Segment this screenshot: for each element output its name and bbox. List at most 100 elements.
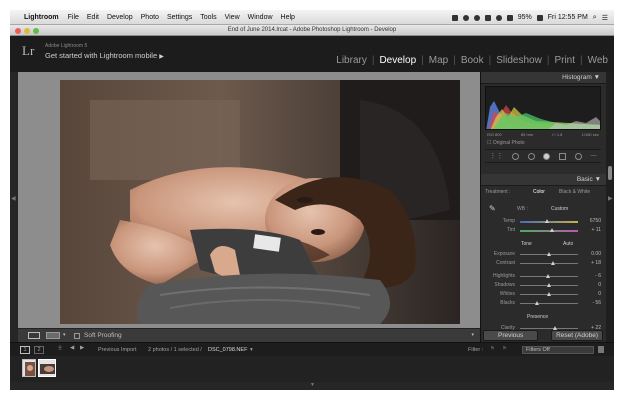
histogram[interactable] <box>485 86 601 130</box>
shadows-knob[interactable] <box>547 283 551 287</box>
filter-select[interactable]: Filters Off <box>522 345 594 354</box>
blacks-track[interactable] <box>520 303 578 304</box>
radial-filter-icon[interactable] <box>574 152 582 160</box>
minimize-window-icon[interactable] <box>24 27 30 34</box>
left-panel-toggle-icon[interactable]: ◀ <box>11 195 16 202</box>
menu-settings[interactable]: Settings <box>167 14 192 21</box>
exposure-knob[interactable] <box>547 252 551 256</box>
dropdown-arrow-icon[interactable]: ▾ <box>63 332 66 338</box>
module-develop[interactable]: Develop <box>379 55 416 66</box>
grid-view-icon[interactable]: ⠿ <box>58 346 62 352</box>
adjustment-brush-icon[interactable]: — <box>591 153 597 159</box>
shadows-slider[interactable]: Shadows 0 <box>485 282 601 290</box>
list-icon[interactable]: ☰ <box>602 14 608 22</box>
reset-button[interactable]: Reset (Adobe) <box>551 330 603 341</box>
close-window-icon[interactable] <box>15 27 21 34</box>
wb-select[interactable]: Custom <box>551 206 568 212</box>
highlights-slider[interactable]: Highlights - 6 <box>485 273 601 281</box>
soft-proofing-checkbox[interactable] <box>74 332 80 339</box>
filename[interactable]: DSC_0798.NEF <box>208 347 247 353</box>
battery-icon[interactable] <box>536 14 543 21</box>
red-eye-icon[interactable] <box>543 152 551 160</box>
crop-tool-icon[interactable] <box>512 152 520 160</box>
contrast-value[interactable]: + 18 <box>581 260 601 266</box>
forward-arrow-icon[interactable]: ▶ <box>80 345 84 351</box>
back-arrow-icon[interactable]: ◀ <box>70 345 74 351</box>
filmstrip-thumbnail[interactable] <box>22 359 36 377</box>
status-icon[interactable] <box>451 14 458 21</box>
original-photo-toggle[interactable]: ☐ Original Photo <box>487 140 525 146</box>
page-1-button[interactable]: 1 <box>20 346 30 354</box>
whites-slider[interactable]: Whites 0 <box>485 291 601 299</box>
wifi-icon[interactable] <box>506 14 513 21</box>
auto-tone-button[interactable]: Auto <box>563 241 573 247</box>
status-icon[interactable] <box>473 14 480 21</box>
filter-lock-icon[interactable] <box>598 346 604 353</box>
module-slideshow[interactable]: Slideshow <box>496 55 542 66</box>
module-book[interactable]: Book <box>461 55 484 66</box>
treatment-bw-button[interactable]: Black & White <box>559 189 590 195</box>
flag-icon[interactable]: ⚑ <box>490 346 495 352</box>
exposure-slider[interactable]: Exposure 0.00 <box>485 251 601 259</box>
module-print[interactable]: Print <box>554 55 575 66</box>
menu-file[interactable]: File <box>68 14 79 21</box>
tint-value[interactable]: + 11 <box>581 227 602 233</box>
filmstrip-toggle-icon[interactable]: ▼ <box>310 382 315 388</box>
clock[interactable]: Fri 12:55 PM <box>548 14 588 21</box>
menu-photo[interactable]: Photo <box>141 14 159 21</box>
menu-window[interactable]: Window <box>248 14 273 21</box>
contrast-knob[interactable] <box>551 261 555 265</box>
exposure-value[interactable]: 0.00 <box>581 251 601 257</box>
contrast-track[interactable] <box>520 263 578 264</box>
whites-value[interactable]: 0 <box>581 291 601 297</box>
blacks-value[interactable]: - 56 <box>581 300 601 306</box>
basic-header[interactable]: Basic ▼ <box>481 174 607 186</box>
menu-tools[interactable]: Tools <box>200 14 216 21</box>
status-icon[interactable] <box>484 14 491 21</box>
status-icon[interactable] <box>462 14 469 21</box>
right-panel-toggle-icon[interactable]: ▶ <box>608 195 613 202</box>
scrollbar-thumb[interactable] <box>608 166 612 180</box>
module-library[interactable]: Library <box>336 55 367 66</box>
page-2-button[interactable]: 2 <box>34 346 44 354</box>
source-label[interactable]: Previous Import <box>98 347 137 353</box>
treatment-color-button[interactable]: Color <box>533 189 545 195</box>
whites-knob[interactable] <box>547 292 551 296</box>
filmstrip-thumbnail-selected[interactable] <box>38 359 56 377</box>
temp-knob[interactable] <box>545 219 549 223</box>
module-map[interactable]: Map <box>429 55 448 66</box>
before-after-icon[interactable] <box>46 332 60 339</box>
tint-track[interactable] <box>520 230 578 232</box>
spot-removal-icon[interactable] <box>527 152 535 160</box>
loupe-view-icon[interactable] <box>28 332 40 339</box>
tint-slider[interactable]: Tint + 11 <box>485 227 601 235</box>
clarity-track[interactable] <box>520 328 578 329</box>
search-icon[interactable]: ⌕ <box>593 14 597 22</box>
photo-preview[interactable] <box>60 80 460 324</box>
blacks-slider[interactable]: Blacks - 56 <box>485 300 601 308</box>
blacks-knob[interactable] <box>535 301 539 305</box>
temp-slider[interactable]: Temp 6750 <box>485 218 601 226</box>
menu-edit[interactable]: Edit <box>87 14 99 21</box>
module-web[interactable]: Web <box>588 55 608 66</box>
photo-canvas[interactable] <box>18 72 480 328</box>
toolbar-menu-icon[interactable]: ▾ <box>471 332 474 338</box>
mobile-link[interactable]: Get started with Lightroom mobile ▶ <box>45 51 164 60</box>
status-icon[interactable] <box>495 14 502 21</box>
filename-dropdown-icon[interactable]: ▾ <box>250 347 253 353</box>
histogram-header[interactable]: Histogram ▼ <box>481 72 606 84</box>
battery-percent[interactable]: 95% <box>518 14 532 21</box>
menu-view[interactable]: View <box>225 14 240 21</box>
right-panel-scrollbar[interactable] <box>606 72 614 342</box>
tint-knob[interactable] <box>550 228 554 232</box>
grid-icon[interactable]: ⋮⋮ <box>489 152 503 160</box>
highlights-knob[interactable] <box>546 274 550 278</box>
shadows-value[interactable]: 0 <box>581 282 601 288</box>
eyedropper-icon[interactable]: ✎ <box>489 204 496 213</box>
highlights-value[interactable]: - 6 <box>581 273 601 279</box>
contrast-slider[interactable]: Contrast + 18 <box>485 260 601 268</box>
previous-button[interactable]: Previous <box>483 330 539 341</box>
menu-develop[interactable]: Develop <box>107 14 133 21</box>
flag-icon[interactable]: ⚑ <box>502 346 507 352</box>
checkbox-icon[interactable]: ☐ <box>487 140 491 146</box>
